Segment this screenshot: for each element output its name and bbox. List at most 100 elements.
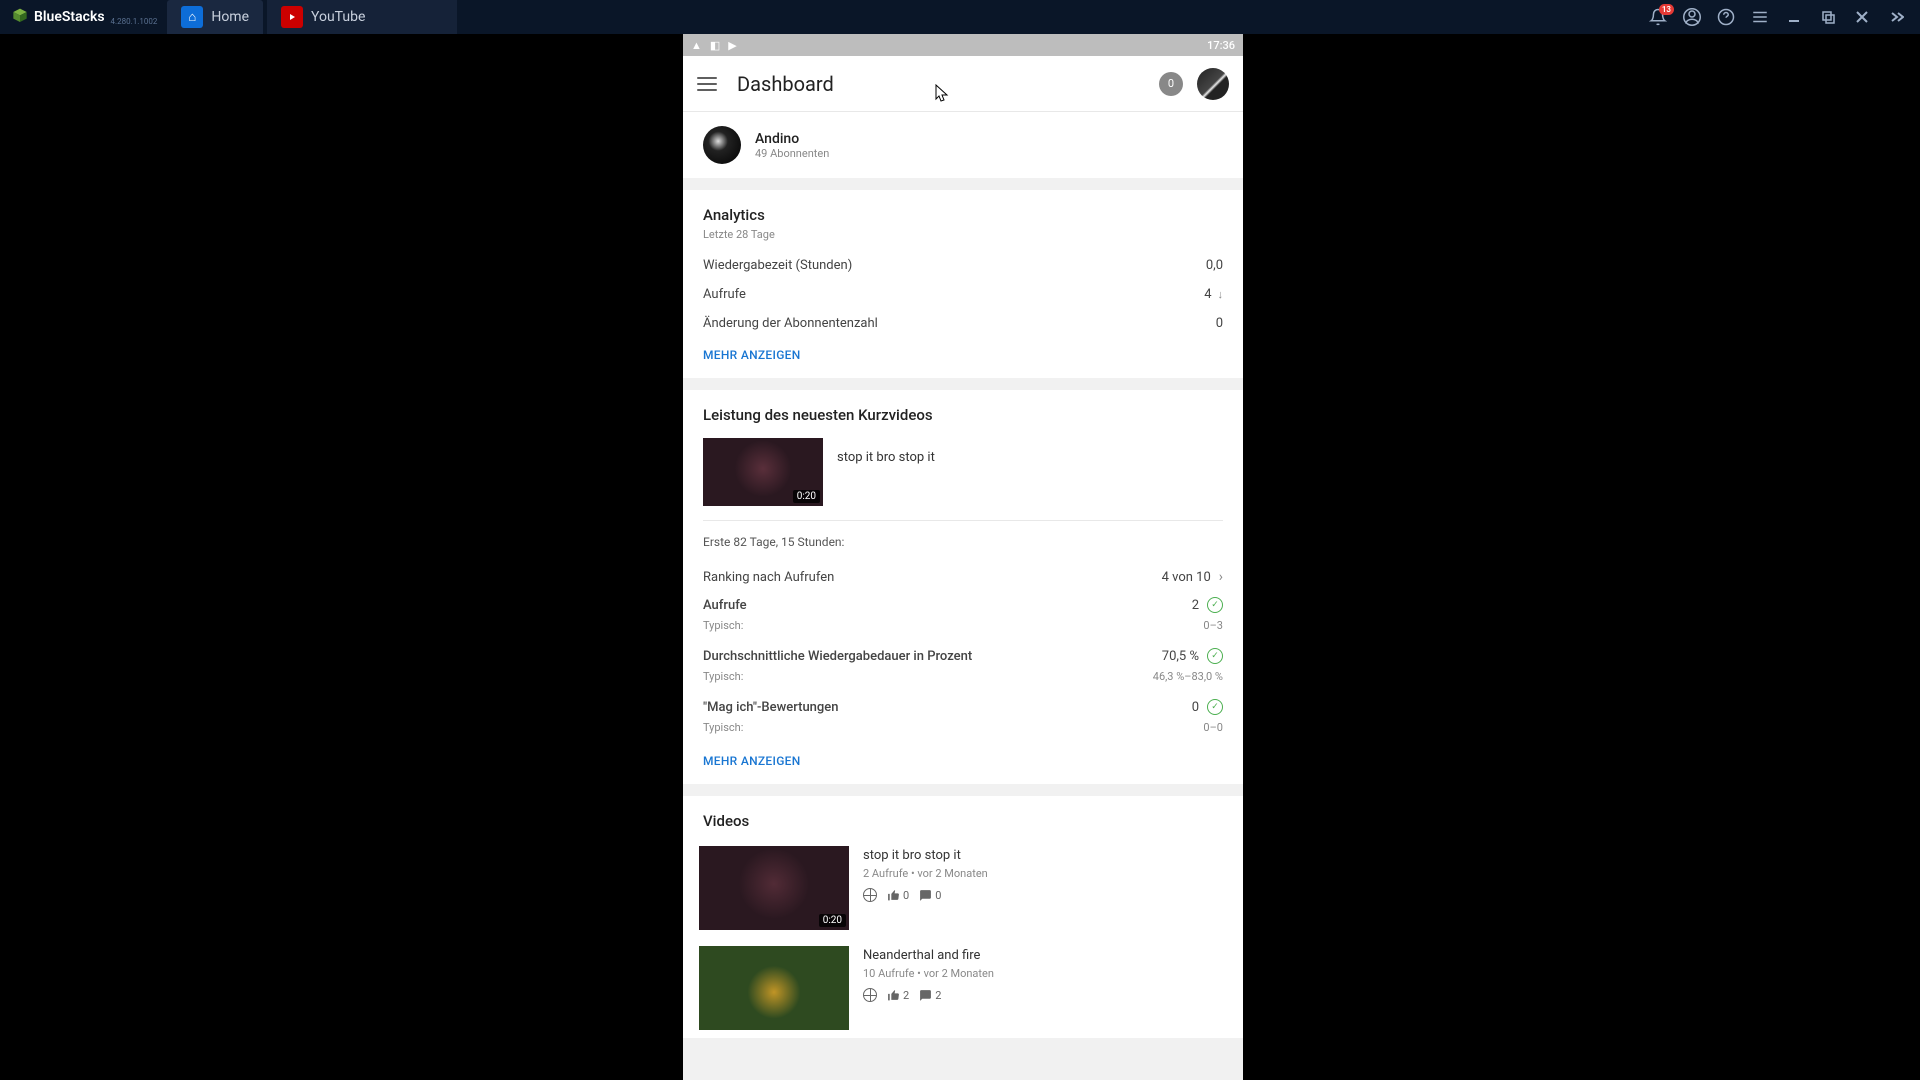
check-icon: ✓ <box>1207 597 1223 613</box>
stat-label: Wiedergabezeit (Stunden) <box>703 258 852 273</box>
check-icon: ✓ <box>1207 648 1223 664</box>
maximize-icon[interactable] <box>1818 7 1838 27</box>
home-icon: ⌂ <box>181 6 203 28</box>
metric-label: Durchschnittliche Wiedergabedauer in Pro… <box>703 649 972 664</box>
comments-stat: 2 <box>919 989 941 1002</box>
video-title: stop it bro stop it <box>863 848 1227 863</box>
video-thumbnail: 0:20 <box>699 846 849 930</box>
bluestacks-logo: BlueStacks 4.280.1.1002 <box>4 7 163 27</box>
content-scroll[interactable]: Andino 49 Abonnenten Analytics Letzte 28… <box>683 112 1243 1080</box>
typical-label: Typisch: <box>703 721 743 734</box>
status-play-icon: ▶ <box>728 39 736 52</box>
video-title: Neanderthal and fire <box>863 948 1227 963</box>
analytics-more-link[interactable]: MEHR ANZEIGEN <box>703 338 1223 366</box>
status-warning-icon: ▲ <box>691 39 702 52</box>
analytics-card: Analytics Letzte 28 Tage Wiedergabezeit … <box>683 190 1243 378</box>
thumbs-up-icon <box>887 989 900 1002</box>
typical-label: Typisch: <box>703 619 743 632</box>
ranking-value: 4 von 10 <box>1162 570 1211 585</box>
bluestacks-version: 4.280.1.1002 <box>111 17 158 26</box>
trend-down-icon: ↓ <box>1218 288 1224 301</box>
tab-home-label: Home <box>211 9 249 25</box>
notif-badge: 13 <box>1659 4 1674 15</box>
typical-label: Typisch: <box>703 670 743 683</box>
stat-row: Wiedergabezeit (Stunden) 0,0 <box>703 251 1223 280</box>
video-duration: 0:20 <box>819 914 846 927</box>
metric-row: Aufrufe 2✓ <box>703 591 1223 619</box>
video-thumbnail: 0:20 <box>703 438 823 506</box>
perf-intro: Erste 82 Tage, 15 Stunden: <box>703 535 1223 549</box>
likes-stat: 0 <box>887 889 909 902</box>
channel-card[interactable]: Andino 49 Abonnenten <box>683 112 1243 178</box>
comments-stat: 0 <box>919 889 941 902</box>
video-list-item[interactable]: 0:20 stop it bro stop it 2 Aufrufe • vor… <box>683 838 1243 938</box>
check-icon: ✓ <box>1207 699 1223 715</box>
chevron-right-icon: › <box>1219 569 1223 585</box>
channel-avatar <box>703 126 741 164</box>
close-icon[interactable] <box>1852 7 1872 27</box>
bluestacks-titlebar: BlueStacks 4.280.1.1002 ⌂ Home YouTube 1… <box>0 0 1920 34</box>
likes-stat: 2 <box>887 989 909 1002</box>
metric-value: 70,5 % <box>1162 649 1199 664</box>
video-thumbnail <box>699 946 849 1030</box>
metric-row: Durchschnittliche Wiedergabedauer in Pro… <box>703 642 1223 670</box>
stat-value: 0,0 <box>1206 258 1223 273</box>
tab-home[interactable]: ⌂ Home <box>167 0 263 34</box>
minimize-icon[interactable] <box>1784 7 1804 27</box>
bluestacks-brand: BlueStacks <box>34 9 105 25</box>
video-list-item[interactable]: Neanderthal and fire 10 Aufrufe • vor 2 … <box>683 938 1243 1038</box>
notifications-icon[interactable]: 13 <box>1648 7 1668 27</box>
status-time: 17:36 <box>1207 39 1235 52</box>
metric-label: Aufrufe <box>703 598 747 613</box>
stat-value: 4 <box>1204 287 1211 302</box>
menu-icon[interactable] <box>1750 7 1770 27</box>
android-status-bar: ▲ ◧ ▶ 17:36 <box>683 34 1243 56</box>
metric-typical-row: Typisch: 0–0 <box>703 721 1223 744</box>
metric-typical-row: Typisch: 46,3 %–83,0 % <box>703 670 1223 693</box>
typical-value: 46,3 %–83,0 % <box>1153 670 1223 683</box>
visibility-public-icon <box>863 888 877 902</box>
latest-more-link[interactable]: MEHR ANZEIGEN <box>703 744 1223 772</box>
videos-card: Videos 0:20 stop it bro stop it 2 Aufruf… <box>683 796 1243 1038</box>
stat-row: Aufrufe 4↓ <box>703 280 1223 309</box>
visibility-public-icon <box>863 988 877 1002</box>
comment-icon <box>919 889 932 902</box>
channel-name: Andino <box>755 131 829 147</box>
stat-value: 0 <box>1216 316 1223 331</box>
bluestacks-logo-icon <box>10 7 30 27</box>
page-title: Dashboard <box>737 72 834 96</box>
header-badge[interactable]: 0 <box>1159 72 1183 96</box>
videos-title: Videos <box>703 812 1223 830</box>
stat-row: Änderung der Abonnentenzahl 0 <box>703 309 1223 338</box>
video-meta: 10 Aufrufe • vor 2 Monaten <box>863 967 1227 980</box>
titlebar-right: 13 <box>1648 7 1916 27</box>
tab-youtube[interactable]: YouTube <box>267 0 457 34</box>
android-viewport: ▲ ◧ ▶ 17:36 Dashboard 0 Andino 49 Abonne… <box>683 34 1243 1080</box>
video-meta: 2 Aufrufe • vor 2 Monaten <box>863 867 1227 880</box>
analytics-period: Letzte 28 Tage <box>703 228 1223 241</box>
hamburger-icon[interactable] <box>697 77 717 91</box>
metric-row: "Mag ich"-Bewertungen 0✓ <box>703 693 1223 721</box>
help-icon[interactable] <box>1716 7 1736 27</box>
video-duration: 0:20 <box>793 490 820 503</box>
channel-subs: 49 Abonnenten <box>755 147 829 160</box>
tab-youtube-label: YouTube <box>311 9 365 25</box>
latest-title: Leistung des neuesten Kurzvideos <box>703 406 1223 424</box>
latest-video-card: Leistung des neuesten Kurzvideos 0:20 st… <box>683 390 1243 784</box>
ranking-label: Ranking nach Aufrufen <box>703 570 834 585</box>
typical-value: 0–0 <box>1203 721 1223 734</box>
header-avatar[interactable] <box>1197 68 1229 100</box>
metric-value: 0 <box>1192 700 1199 715</box>
typical-value: 0–3 <box>1203 619 1223 632</box>
expand-icon[interactable] <box>1886 7 1906 27</box>
youtube-icon <box>281 6 303 28</box>
app-header: Dashboard 0 <box>683 56 1243 112</box>
analytics-title: Analytics <box>703 206 1223 224</box>
thumbs-up-icon <box>887 889 900 902</box>
latest-video-preview[interactable]: 0:20 stop it bro stop it <box>683 428 1243 520</box>
ranking-row[interactable]: Ranking nach Aufrufen 4 von 10 › <box>703 563 1223 591</box>
account-icon[interactable] <box>1682 7 1702 27</box>
comment-icon <box>919 989 932 1002</box>
metric-typical-row: Typisch: 0–3 <box>703 619 1223 642</box>
status-app-icon: ◧ <box>710 39 720 52</box>
